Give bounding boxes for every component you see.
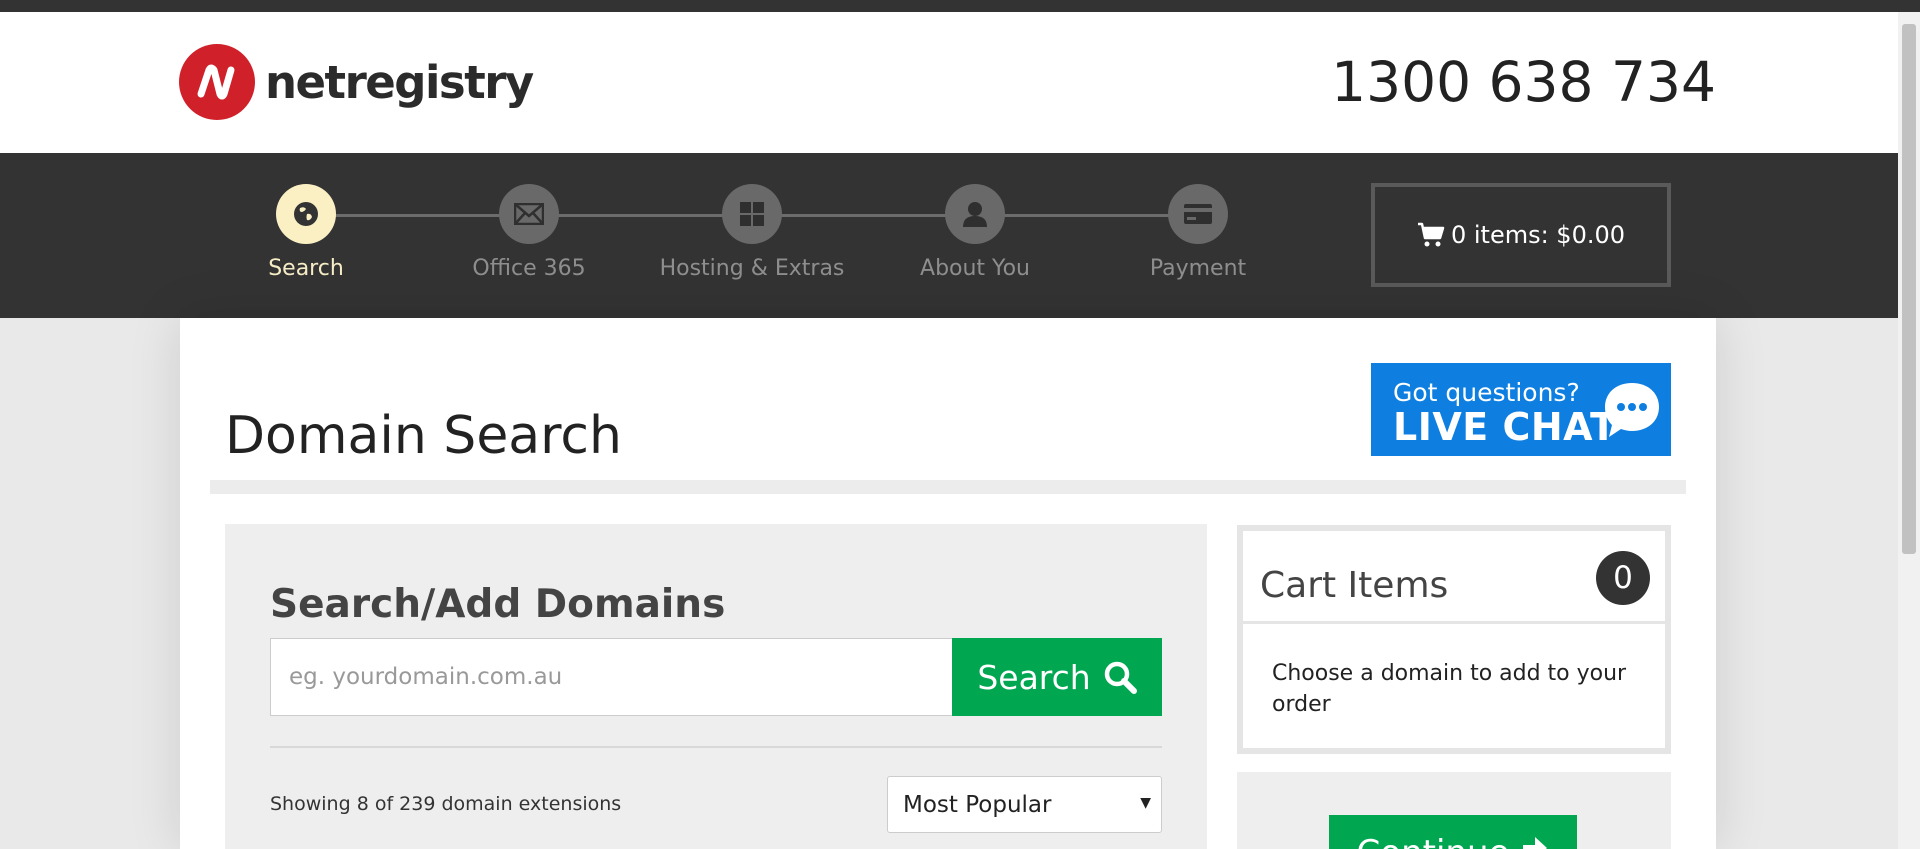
chevron-down-icon: ▼: [1140, 795, 1151, 811]
search-panel-title: Search/Add Domains: [270, 582, 726, 627]
arrow-right-icon: [1523, 837, 1548, 849]
step-payment[interactable]: Payment: [1098, 184, 1298, 281]
step-label: Search: [268, 256, 344, 281]
continue-button-label: Continue: [1357, 833, 1510, 849]
search-button-label: Search: [977, 657, 1091, 697]
brand-logo[interactable]: netregistry: [179, 44, 534, 120]
cart-summary-button[interactable]: 0 items: $0.00: [1371, 183, 1671, 287]
netregistry-logo-icon: [179, 44, 255, 120]
cart-items-panel: Cart Items 0 Choose a domain to add to y…: [1237, 525, 1671, 754]
cart-icon: [1417, 222, 1445, 247]
domain-search-panel: Search/Add Domains Search Showing 8 of 2…: [225, 524, 1207, 849]
phone-number[interactable]: 1300 638 734: [1331, 50, 1716, 114]
step-hosting-extras[interactable]: Hosting & Extras: [652, 184, 852, 281]
step-label: About You: [920, 256, 1030, 281]
cart-items-header: Cart Items 0: [1243, 531, 1665, 624]
step-office-365[interactable]: Office 365: [429, 184, 629, 281]
step-label: Payment: [1149, 256, 1247, 281]
page-scrollbar[interactable]: [1898, 12, 1920, 849]
domain-search-input[interactable]: [270, 638, 953, 716]
live-chat-line2: LIVE CHAT: [1393, 405, 1617, 449]
showing-count-text: Showing 8 of 239 domain extensions: [270, 793, 622, 815]
search-button[interactable]: Search: [952, 638, 1162, 716]
brand-name: netregistry: [265, 55, 534, 109]
search-divider: [270, 746, 1162, 748]
user-icon: [945, 184, 1005, 244]
sort-select-value: Most Popular: [903, 792, 1052, 818]
title-divider: [210, 480, 1686, 494]
scrollbar-thumb[interactable]: [1902, 24, 1916, 554]
main-content: Domain Search Got questions? LIVE CHAT S…: [180, 318, 1716, 849]
cart-items-title: Cart Items: [1260, 565, 1449, 606]
step-label: Office 365: [472, 256, 586, 281]
step-label: Hosting & Extras: [659, 256, 845, 281]
live-chat-button[interactable]: Got questions? LIVE CHAT: [1371, 363, 1671, 456]
sort-select[interactable]: Most Popular ▼: [887, 776, 1162, 833]
cart-empty-message: Choose a domain to add to your order: [1272, 661, 1627, 717]
globe-icon: [276, 184, 336, 244]
site-header: netregistry 1300 638 734: [0, 12, 1898, 153]
credit-card-icon: [1168, 184, 1228, 244]
page-title: Domain Search: [225, 406, 622, 466]
continue-panel: Continue: [1237, 772, 1671, 849]
cart-count-badge: 0: [1596, 551, 1650, 605]
search-icon: [1104, 661, 1137, 694]
envelope-icon: [499, 184, 559, 244]
top-strip: [0, 0, 1920, 12]
live-chat-line1: Got questions?: [1393, 378, 1580, 407]
chat-bubble-icon: [1605, 383, 1659, 437]
step-search[interactable]: Search: [206, 184, 406, 281]
continue-button[interactable]: Continue: [1329, 815, 1577, 849]
grid-icon: [722, 184, 782, 244]
step-about-you[interactable]: About You: [875, 184, 1075, 281]
cart-summary-label: 0 items: $0.00: [1450, 221, 1626, 249]
checkout-steps-bar: Search Office 365 Hosting & Extras About…: [0, 153, 1898, 318]
